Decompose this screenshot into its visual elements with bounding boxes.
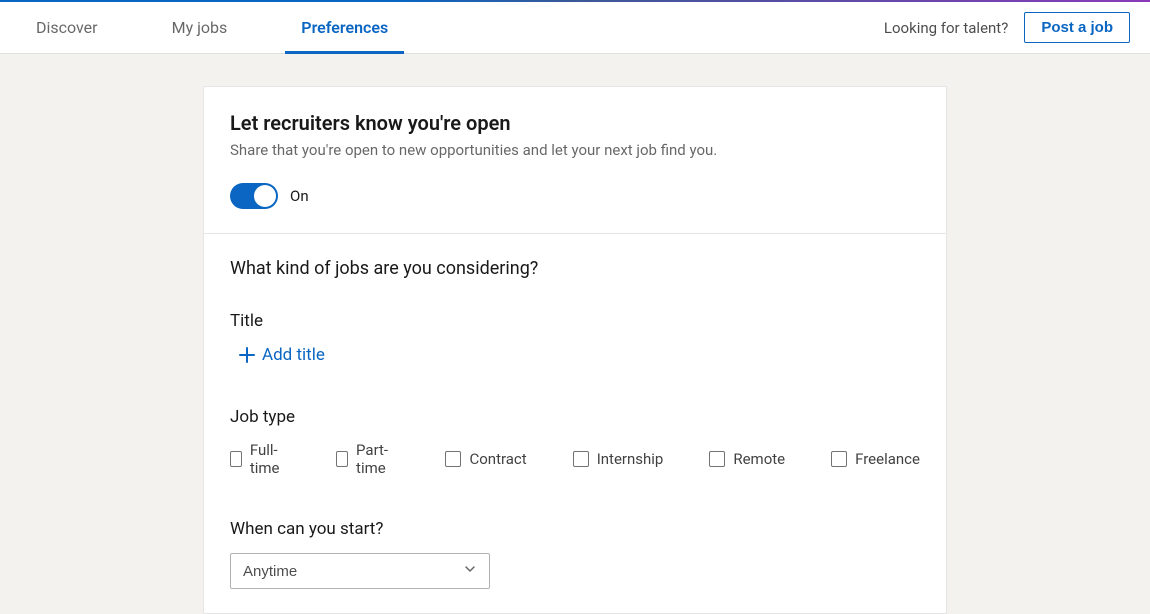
post-a-job-button[interactable]: Post a job xyxy=(1024,12,1130,43)
top-nav: Discover My jobs Preferences Looking for… xyxy=(0,2,1150,54)
title-field-label: Title xyxy=(230,311,920,331)
checkbox-full-time[interactable]: Full-time xyxy=(230,441,290,477)
toggle-knob xyxy=(254,185,276,207)
content-wrap: Let recruiters know you're open Share th… xyxy=(0,54,1150,614)
checkbox-label: Remote xyxy=(733,450,785,468)
checkbox-box xyxy=(573,451,589,467)
add-title-button[interactable]: Add title xyxy=(238,345,325,365)
open-toggle-label: On xyxy=(290,187,309,205)
open-toggle-row: On xyxy=(230,183,920,209)
start-date-label: When can you start? xyxy=(230,519,920,539)
looking-for-talent-text: Looking for talent? xyxy=(884,19,1008,37)
checkbox-label: Freelance xyxy=(855,450,920,468)
open-to-work-section: Let recruiters know you're open Share th… xyxy=(204,87,946,233)
start-date-select[interactable]: Anytime xyxy=(230,553,490,589)
start-date-value: Anytime xyxy=(243,563,297,580)
section-title: Let recruiters know you're open xyxy=(230,111,920,135)
nav-tabs: Discover My jobs Preferences xyxy=(20,2,446,53)
plus-icon xyxy=(238,346,256,364)
checkbox-internship[interactable]: Internship xyxy=(573,441,664,477)
tab-my-jobs-label: My jobs xyxy=(172,18,228,37)
open-toggle[interactable] xyxy=(230,183,278,209)
checkbox-freelance[interactable]: Freelance xyxy=(831,441,920,477)
tab-discover[interactable]: Discover xyxy=(20,2,114,53)
jobs-form-section: What kind of jobs are you considering? T… xyxy=(204,233,946,613)
section-subtitle: Share that you're open to new opportunit… xyxy=(230,141,920,159)
checkbox-label: Contract xyxy=(469,450,526,468)
tab-my-jobs[interactable]: My jobs xyxy=(156,2,244,53)
checkbox-label: Full-time xyxy=(250,441,290,477)
checkbox-part-time[interactable]: Part-time xyxy=(336,441,399,477)
checkbox-remote[interactable]: Remote xyxy=(709,441,785,477)
preferences-card: Let recruiters know you're open Share th… xyxy=(203,86,947,614)
tab-discover-label: Discover xyxy=(36,18,98,37)
job-type-row: Full-time Part-time Contract Internship … xyxy=(230,441,920,477)
checkbox-box xyxy=(709,451,725,467)
add-title-label: Add title xyxy=(262,345,325,365)
job-type-label: Job type xyxy=(230,407,920,427)
checkbox-label: Part-time xyxy=(356,441,399,477)
checkbox-box xyxy=(230,451,242,467)
checkbox-box xyxy=(445,451,461,467)
checkbox-label: Internship xyxy=(597,450,664,468)
checkbox-box xyxy=(831,451,847,467)
chevron-down-icon xyxy=(463,562,477,580)
checkbox-box xyxy=(336,451,348,467)
tab-preferences-label: Preferences xyxy=(301,18,388,37)
post-a-job-label: Post a job xyxy=(1041,19,1113,36)
start-date-select-wrap: Anytime xyxy=(230,553,490,589)
considering-heading: What kind of jobs are you considering? xyxy=(230,258,920,279)
checkbox-contract[interactable]: Contract xyxy=(445,441,526,477)
nav-right: Looking for talent? Post a job xyxy=(884,2,1130,53)
tab-preferences[interactable]: Preferences xyxy=(285,2,404,53)
